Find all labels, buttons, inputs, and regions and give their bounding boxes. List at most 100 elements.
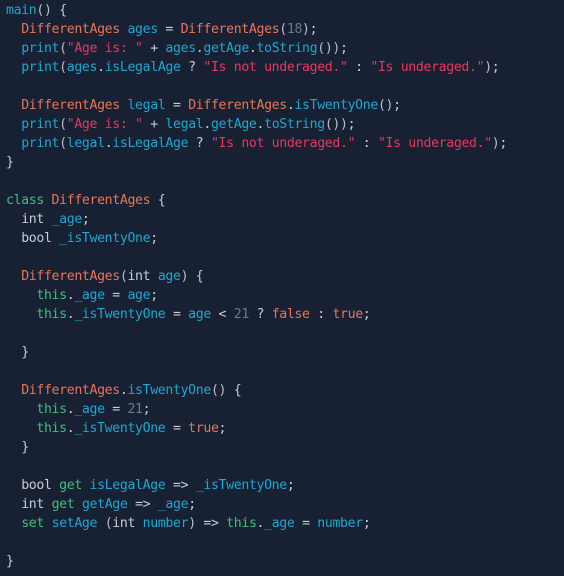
punctuation-token: ; [362,516,371,531]
code-line[interactable]: DifferentAges ages = DifferentAges(18); [0,20,564,39]
code-line[interactable]: bool get isLegalAge => _isTwentyOne; [0,476,564,495]
punctuation-token: = [104,288,128,303]
code-line[interactable]: bool _isTwentyOne; [0,229,564,248]
code-line[interactable]: print("Age is: " + legal.getAge.toString… [0,115,564,134]
code-line[interactable]: this._age = 21; [0,400,564,419]
function-token: isTwentyOne [127,383,211,398]
punctuation-token: { [226,383,242,398]
code-editor[interactable]: main() { DifferentAges ages = DifferentA… [0,0,564,576]
identifier-token: age [188,307,211,322]
type-token: bool [21,231,52,246]
paren-token: ( [59,41,67,56]
identifier-token: ages [66,60,98,75]
punctuation-token: = [104,402,128,417]
punctuation-token: { [150,193,166,208]
paren-token: () [377,98,394,113]
paren-token: ()) [317,41,341,56]
punctuation-token: ; [362,307,371,322]
code-line[interactable]: int _age; [0,210,564,229]
punctuation-token: = [165,98,189,113]
number-literal: 21 [233,307,250,322]
paren-token: ( [59,117,67,132]
punctuation-token: ; [188,497,196,512]
code-line[interactable]: } [0,438,564,457]
class-token: DifferentAges [180,22,280,37]
code-line[interactable]: this._isTwentyOne = true; [0,419,564,438]
code-line[interactable]: ​ [0,172,564,191]
code-line[interactable]: int get getAge => _age; [0,495,564,514]
function-token: isTwentyOne [294,98,378,113]
punctuation-token: ; [340,41,348,56]
identifier-token: setAge [51,516,98,531]
code-line[interactable]: DifferentAges.isTwentyOne() { [0,381,564,400]
identifier-token: _isTwentyOne [74,421,166,436]
identifier-token: number [142,516,189,531]
code-line[interactable]: print("Age is: " + ages.getAge.toString(… [0,39,564,58]
paren-token: ( [279,22,287,37]
punctuation-token: < [210,307,234,322]
function-token: print [21,60,60,75]
punctuation-token: : [347,60,371,75]
class-token: DifferentAges [21,383,120,398]
code-line[interactable]: print(ages.isLegalAge ? "Is not underage… [0,58,564,77]
code-line[interactable]: class DifferentAges { [0,191,564,210]
punctuation-token: ; [150,231,158,246]
code-line[interactable]: ​ [0,324,564,343]
code-line[interactable]: ​ [0,457,564,476]
punctuation-token: { [51,3,67,18]
paren-token: ) [302,22,310,37]
code-line[interactable]: this._age = age; [0,286,564,305]
type-token: int [21,212,44,227]
code-line[interactable]: print(legal.isLegalAge ? "Is not underag… [0,134,564,153]
paren-token: () [36,3,52,18]
class-token: DifferentAges [21,269,120,284]
punctuation-token: } [21,440,29,455]
punctuation-token: = [294,516,318,531]
punctuation-token: ; [393,98,401,113]
punctuation-token: ; [286,478,295,493]
type-token: bool [21,478,52,493]
punctuation-token: => [165,478,196,493]
identifier-token: _age [74,288,105,303]
code-line[interactable]: } [0,552,564,571]
code-line[interactable]: ​ [0,77,564,96]
number-literal: 18 [286,22,303,37]
keyword-token: set [21,516,44,531]
type-token: int [112,516,136,531]
keyword-token: this [36,307,67,322]
class-token: DifferentAges [51,193,151,208]
code-line[interactable]: main() { [0,1,564,20]
paren-token: ( [59,136,67,151]
punctuation-token: : [309,307,333,322]
identifier-token: _age [74,402,105,417]
code-line[interactable]: this._isTwentyOne = age < 21 ? false : t… [0,305,564,324]
code-line[interactable]: } [0,343,564,362]
code-line[interactable]: } [0,153,564,172]
paren-token: () [210,383,227,398]
code-line[interactable]: DifferentAges legal = DifferentAges.isTw… [0,96,564,115]
code-line[interactable]: DifferentAges(int age) { [0,267,564,286]
code-line[interactable]: ​ [0,362,564,381]
punctuation-token: ; [491,60,500,75]
code-line[interactable]: ​ [0,533,564,552]
code-line[interactable]: set setAge (int number) => this._age = n… [0,514,564,533]
code-line[interactable]: ​ [0,248,564,267]
string-literal: "Is underaged." [377,136,492,151]
